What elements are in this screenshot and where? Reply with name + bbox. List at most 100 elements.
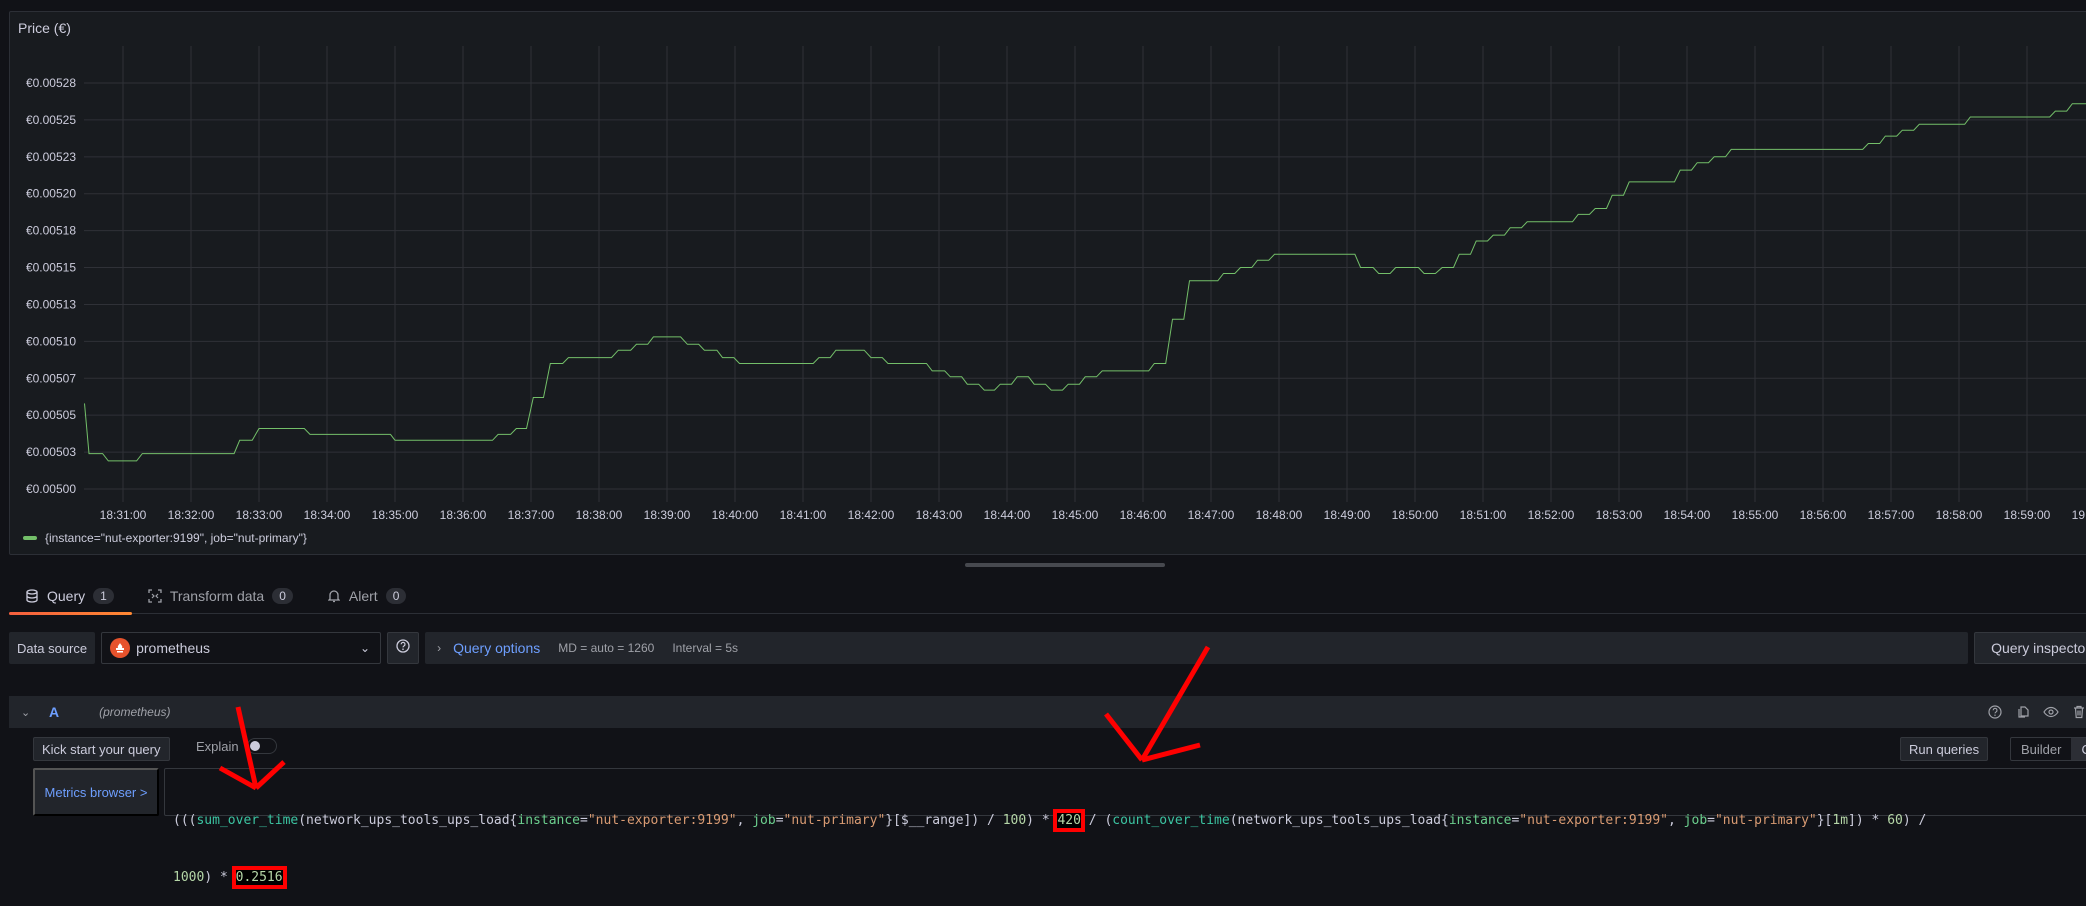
trash-icon[interactable] — [2071, 704, 2086, 720]
promql-token: 100 — [1003, 813, 1026, 828]
transform-icon — [148, 589, 162, 603]
promql-token: 60 — [1887, 813, 1903, 828]
x-tick-label: 18:44:00 — [984, 508, 1031, 522]
eye-icon[interactable] — [2043, 704, 2059, 720]
promql-token: = — [1707, 813, 1715, 828]
legend-label: {instance="nut-exporter:9199", job="nut-… — [45, 531, 307, 545]
promql-token: = — [580, 813, 588, 828]
run-queries-button[interactable]: Run queries — [1900, 737, 1988, 761]
x-tick-label: 18:56:00 — [1800, 508, 1847, 522]
kick-start-query-button[interactable]: Kick start your query — [33, 737, 170, 761]
x-tick-label: 18:33:00 — [236, 508, 283, 522]
x-tick-label: 18:50:00 — [1392, 508, 1439, 522]
x-tick-label: 18:39:00 — [644, 508, 691, 522]
duplicate-icon[interactable] — [2015, 704, 2031, 720]
promql-token: "nut-exporter:9199" — [1519, 813, 1668, 828]
max-datapoints-info: MD = auto = 1260 — [558, 641, 654, 655]
explain-label: Explain — [196, 739, 239, 754]
x-tick-label: 18:35:00 — [372, 508, 419, 522]
mode-code[interactable]: Code — [2071, 738, 2086, 760]
tab-alert[interactable]: Alert 0 — [311, 578, 424, 614]
y-tick-label: €0.00500 — [26, 482, 76, 496]
query-row-header[interactable]: ⌄ A (prometheus) — [9, 696, 2086, 728]
tab-transform-count: 0 — [272, 588, 293, 604]
y-tick-label: €0.00503 — [26, 445, 76, 459]
promql-token: }[ — [1817, 813, 1833, 828]
panel-resize-handle[interactable] — [965, 563, 1165, 567]
datasource-label: Data source — [9, 632, 95, 664]
x-tick-label: 18:34:00 — [304, 508, 351, 522]
x-tick-label: 18:37:00 — [508, 508, 555, 522]
promql-token: job — [1684, 813, 1707, 828]
x-tick-label: 18:47:00 — [1188, 508, 1235, 522]
x-tick-label: 18:32:00 — [168, 508, 215, 522]
legend-color-swatch — [23, 536, 37, 540]
x-tick-label: 18:48:00 — [1256, 508, 1303, 522]
x-tick-label: 18:54:00 — [1664, 508, 1711, 522]
help-icon[interactable] — [1987, 704, 2003, 720]
prometheus-logo-icon — [110, 638, 130, 658]
promql-token: (network_ups_tools_ups_load{ — [298, 813, 517, 828]
database-icon — [25, 589, 39, 603]
x-tick-label: 18:42:00 — [848, 508, 895, 522]
query-options-bar[interactable]: › Query options MD = auto = 1260 Interva… — [425, 632, 1968, 664]
y-tick-label: €0.00520 — [26, 187, 76, 201]
tab-query-count: 1 — [93, 588, 114, 604]
y-tick-label: €0.00515 — [26, 261, 76, 275]
tab-transform-data[interactable]: Transform data 0 — [132, 578, 311, 614]
y-tick-label: €0.00505 — [26, 408, 76, 422]
promql-token: "nut-primary" — [784, 813, 886, 828]
promql-token: ((( — [173, 813, 196, 828]
x-tick-label: 18:53:00 — [1596, 508, 1643, 522]
query-inspector-button[interactable]: Query inspector — [1974, 632, 2086, 664]
datasource-row: Data source prometheus ⌄ › Query options… — [9, 632, 2086, 664]
collapse-chevron-icon[interactable]: ⌄ — [21, 706, 33, 719]
y-tick-label: €0.00525 — [26, 113, 76, 127]
editor-tabs: Query 1 Transform data 0 Alert 0 — [9, 578, 2086, 614]
help-icon — [396, 639, 410, 658]
query-ref-id[interactable]: A — [49, 704, 59, 720]
tab-query[interactable]: Query 1 — [9, 578, 132, 614]
highlighted-constant: 420 — [1057, 813, 1080, 828]
promql-editor[interactable]: (((sum_over_time(network_ups_tools_ups_l… — [164, 768, 2086, 816]
chart-canvas[interactable]: €0.00500 €0.00503 €0.00505 €0.00507 €0.00510… — [10, 12, 2086, 556]
explain-toggle[interactable] — [247, 738, 277, 754]
tab-transform-label: Transform data — [170, 588, 264, 604]
x-tick-label: 18:59:00 — [2004, 508, 2051, 522]
metrics-browser-button[interactable]: Metrics browser > — [33, 768, 159, 816]
promql-token: (network_ups_tools_ups_load{ — [1230, 813, 1449, 828]
promql-token: , — [1668, 813, 1684, 828]
promql-token: count_over_time — [1112, 813, 1229, 828]
promql-token: instance — [517, 813, 580, 828]
tab-query-label: Query — [47, 588, 85, 604]
x-tick-label: 18:41:00 — [780, 508, 827, 522]
mode-builder[interactable]: Builder — [2011, 738, 2071, 760]
tab-alert-label: Alert — [349, 588, 378, 604]
promql-token: 1m — [1832, 813, 1848, 828]
x-tick-label: 18:31:00 — [100, 508, 147, 522]
y-tick-label: €0.00518 — [26, 224, 76, 238]
promql-token: ) * — [1026, 813, 1057, 828]
highlighted-constant: 0.2516 — [236, 870, 283, 885]
x-tick-label: 19:00:00 — [2072, 508, 2086, 522]
explain-toggle-group: Explain — [196, 738, 277, 754]
query-row-actions — [1987, 696, 2086, 728]
promql-token: ]) * — [1848, 813, 1887, 828]
x-tick-label: 18:40:00 — [712, 508, 759, 522]
x-tick-label: 18:49:00 — [1324, 508, 1371, 522]
datasource-picker[interactable]: prometheus ⌄ — [101, 632, 381, 664]
y-tick-label: €0.00510 — [26, 334, 76, 348]
bell-icon — [327, 589, 341, 603]
x-tick-label: 18:57:00 — [1868, 508, 1915, 522]
x-tick-label: 18:46:00 — [1120, 508, 1167, 522]
datasource-help-button[interactable] — [387, 632, 419, 664]
promql-token: "nut-exporter:9199" — [588, 813, 737, 828]
tab-alert-count: 0 — [386, 588, 407, 604]
datasource-selected: prometheus — [136, 640, 210, 656]
promql-token: "nut-primary" — [1715, 813, 1817, 828]
y-tick-label: €0.00507 — [26, 371, 76, 385]
legend-item[interactable]: {instance="nut-exporter:9199", job="nut-… — [23, 531, 307, 545]
query-options-label[interactable]: Query options — [453, 640, 540, 656]
x-tick-label: 18:55:00 — [1732, 508, 1779, 522]
promql-token: 1000 — [173, 870, 204, 885]
